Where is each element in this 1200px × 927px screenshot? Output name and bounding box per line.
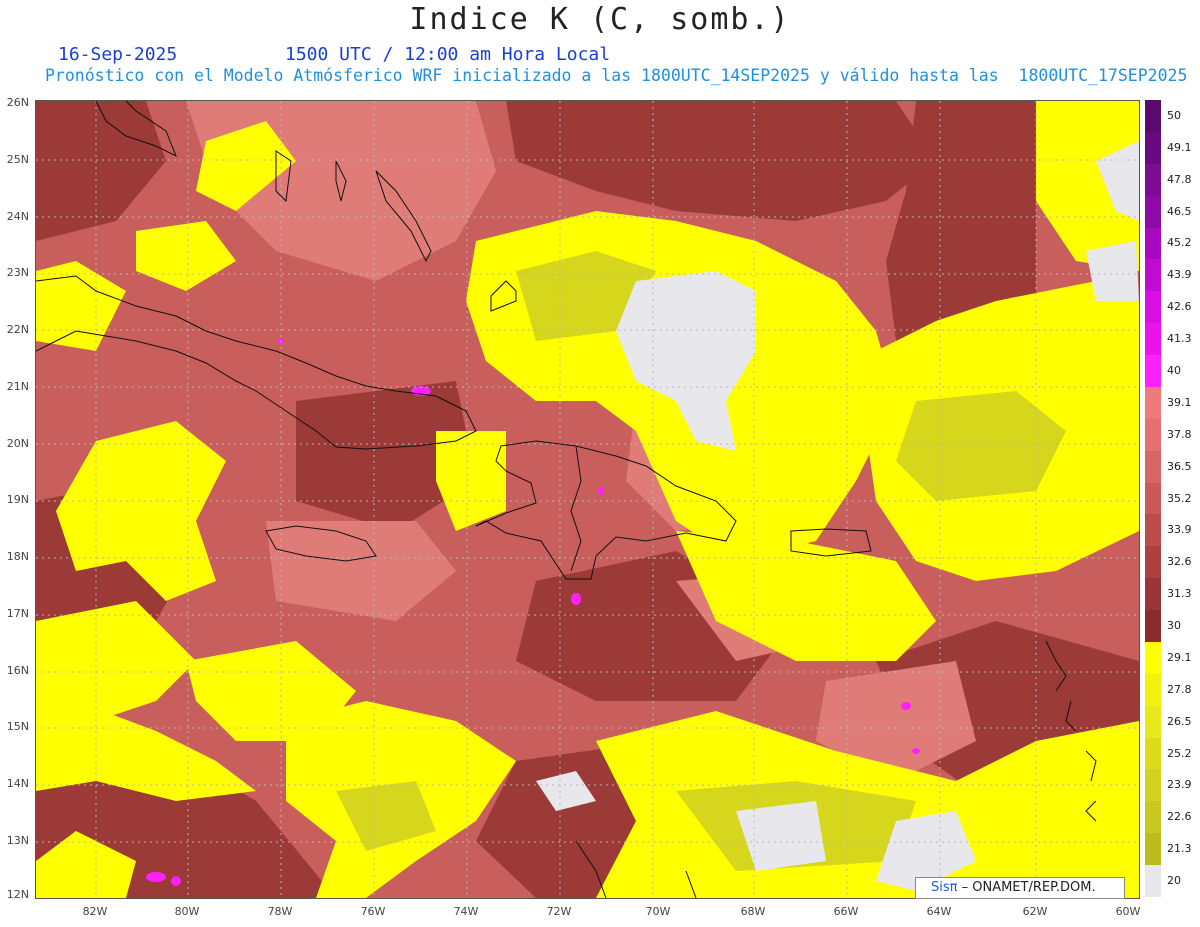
lon-label: 74W: [453, 905, 479, 918]
lat-label: 20N: [6, 437, 29, 450]
colorbar-segment: [1145, 673, 1161, 707]
lon-label: 68W: [740, 905, 766, 918]
colorbar-label: 21.3: [1167, 842, 1192, 856]
colorbar-segment: [1145, 291, 1161, 324]
colorbar-segment: [1145, 833, 1161, 866]
colorbar-label: 41.3: [1167, 332, 1192, 346]
colorbar-segment: [1145, 100, 1161, 133]
colorbar-label: 45.2: [1167, 236, 1192, 250]
colorbar-segment: [1145, 737, 1161, 770]
colorbar-segment: [1145, 259, 1161, 292]
colorbar-label: 33.9: [1167, 523, 1192, 537]
colorbar: [1145, 100, 1161, 898]
lon-label: 70W: [645, 905, 671, 918]
lat-label: 24N: [6, 210, 29, 223]
colorbar-label: 47.8: [1167, 172, 1192, 186]
colorbar-label: 23.9: [1167, 778, 1192, 792]
lon-label: 62W: [1022, 905, 1048, 918]
colorbar-label: 30: [1167, 619, 1181, 633]
forecast-date: 16-Sep-2025: [58, 44, 178, 65]
colorbar-label: 35.2: [1167, 491, 1192, 505]
lat-label: 12N: [6, 888, 29, 901]
colorbar-label: 43.9: [1167, 268, 1192, 282]
colorbar-segment: [1145, 227, 1161, 260]
colorbar-segment: [1145, 801, 1161, 834]
lat-label: 26N: [6, 96, 29, 109]
forecast-time: 1500 UTC / 12:00 am Hora Local: [285, 44, 611, 65]
colorbar-segment: [1145, 769, 1161, 802]
colorbar-segment: [1145, 386, 1161, 420]
lat-label: 19N: [6, 493, 29, 506]
colorbar-label: 36.5: [1167, 459, 1192, 473]
colorbar-label: 37.8: [1167, 427, 1192, 441]
colorbar-label: 27.8: [1167, 682, 1192, 696]
colorbar-label: 42.6: [1167, 300, 1192, 314]
map-title: Indice K (C, somb.): [409, 2, 791, 37]
lat-label: 17N: [6, 607, 29, 620]
map-canvas: [36, 101, 1139, 898]
lon-label: 78W: [267, 905, 293, 918]
colorbar-label: 26.5: [1167, 714, 1192, 728]
colorbar-label: 32.6: [1167, 555, 1192, 569]
colorbar-label: 22.6: [1167, 810, 1192, 824]
colorbar-segment: [1145, 641, 1161, 675]
colorbar-segment: [1145, 514, 1161, 547]
lat-label: 13N: [6, 834, 29, 847]
lon-label: 66W: [833, 905, 859, 918]
colorbar-label: 49.1: [1167, 140, 1192, 154]
colorbar-segment: [1145, 482, 1161, 515]
credit-org: – ONAMET/REP.DOM.: [957, 880, 1096, 895]
colorbar-segment: [1145, 418, 1161, 452]
lat-label: 22N: [6, 323, 29, 336]
colorbar-segment: [1145, 323, 1161, 356]
lat-label: 21N: [6, 380, 29, 393]
lat-label: 15N: [6, 720, 29, 733]
colorbar-label: 31.3: [1167, 587, 1192, 601]
lon-label: 80W: [174, 905, 200, 918]
colorbar-segment: [1145, 705, 1161, 739]
colorbar-label: 50: [1167, 108, 1181, 122]
lat-label: 25N: [6, 153, 29, 166]
colorbar-segment: [1145, 163, 1161, 197]
lat-label: 18N: [6, 550, 29, 563]
colorbar-segment: [1145, 195, 1161, 228]
colorbar-segment: [1145, 865, 1161, 898]
colorbar-segment: [1145, 546, 1161, 579]
lon-label: 72W: [546, 905, 572, 918]
lat-label: 23N: [6, 266, 29, 279]
lon-label: 64W: [926, 905, 952, 918]
colorbar-label: 20: [1167, 874, 1181, 888]
lat-label: 14N: [6, 777, 29, 790]
colorbar-segment: [1145, 610, 1161, 643]
k-index-map: [35, 100, 1140, 899]
lon-label: 82W: [82, 905, 108, 918]
lat-label: 16N: [6, 664, 29, 677]
colorbar-label: 40: [1167, 363, 1181, 377]
credit-box: Sisπ – ONAMET/REP.DOM.: [915, 877, 1125, 899]
colorbar-label: 46.5: [1167, 204, 1192, 218]
colorbar-segment: [1145, 578, 1161, 611]
colorbar-segment: [1145, 131, 1161, 165]
colorbar-label: 29.1: [1167, 650, 1192, 664]
colorbar-segment: [1145, 355, 1161, 388]
lon-label: 76W: [360, 905, 386, 918]
colorbar-label: 25.2: [1167, 746, 1192, 760]
colorbar-segment: [1145, 450, 1161, 484]
sispi-logo: Sisπ: [931, 880, 958, 895]
colorbar-label: 39.1: [1167, 395, 1192, 409]
forecast-subtitle: Pronóstico con el Modelo Atmósferico WRF…: [45, 66, 1188, 85]
lon-label: 60W: [1115, 905, 1141, 918]
